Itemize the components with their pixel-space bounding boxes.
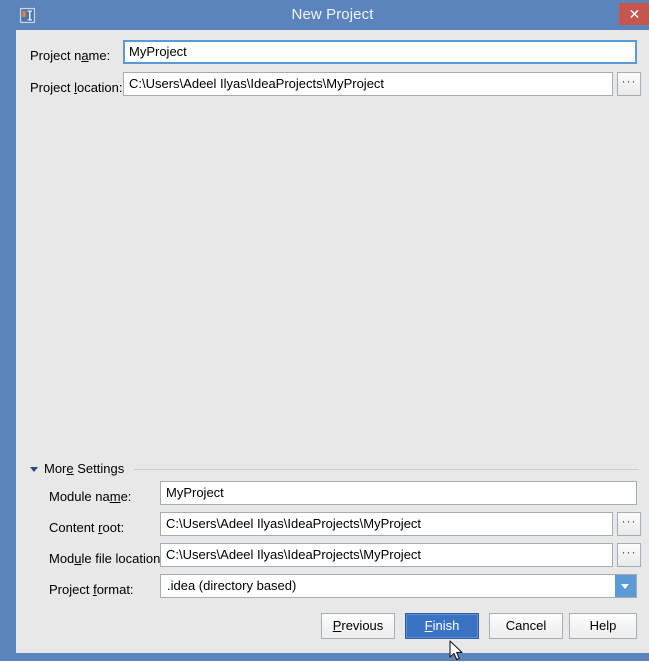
- content-root-browse-button[interactable]: ···: [617, 512, 641, 536]
- chevron-down-icon: [621, 584, 629, 589]
- project-format-select[interactable]: .idea (directory based): [160, 574, 637, 598]
- previous-button[interactable]: Previous: [321, 613, 395, 639]
- module-name-input[interactable]: MyProject: [160, 481, 637, 505]
- project-location-browse-button[interactable]: ···: [617, 72, 641, 96]
- project-format-dropdown-button[interactable]: [615, 575, 636, 597]
- module-file-location-browse-button[interactable]: ···: [617, 543, 641, 567]
- dialog-body: Project name: MyProject Project location…: [16, 30, 649, 653]
- section-divider: [134, 469, 639, 470]
- module-file-location-input[interactable]: C:\Users\Adeel Ilyas\IdeaProjects\MyProj…: [160, 543, 613, 567]
- cancel-button[interactable]: Cancel: [489, 613, 563, 639]
- module-file-location-label: Module file location:: [49, 551, 164, 566]
- project-location-input[interactable]: C:\Users\Adeel Ilyas\IdeaProjects\MyProj…: [123, 72, 613, 96]
- project-name-input[interactable]: MyProject: [123, 40, 637, 64]
- help-button[interactable]: Help: [569, 613, 637, 639]
- content-root-input[interactable]: C:\Users\Adeel Ilyas\IdeaProjects\MyProj…: [160, 512, 613, 536]
- close-icon[interactable]: ✕: [619, 3, 649, 25]
- project-format-label: Project format:: [49, 582, 134, 597]
- title-bar[interactable]: New Project ✕: [8, 0, 649, 30]
- project-location-label: Project location:: [30, 80, 123, 95]
- more-settings-section-header[interactable]: More Settings: [24, 460, 641, 478]
- project-name-label: Project name:: [30, 48, 111, 63]
- more-settings-label[interactable]: More Settings: [44, 461, 124, 476]
- module-name-label: Module name:: [49, 489, 132, 504]
- project-format-selected-value: .idea (directory based): [167, 578, 297, 593]
- window-title: New Project: [291, 6, 374, 23]
- content-root-label: Content root:: [49, 520, 125, 535]
- new-project-dialog-window: New Project ✕ Project name: MyProject Pr…: [0, 0, 649, 661]
- chevron-down-icon[interactable]: [30, 467, 38, 472]
- finish-button[interactable]: Finish: [405, 613, 479, 639]
